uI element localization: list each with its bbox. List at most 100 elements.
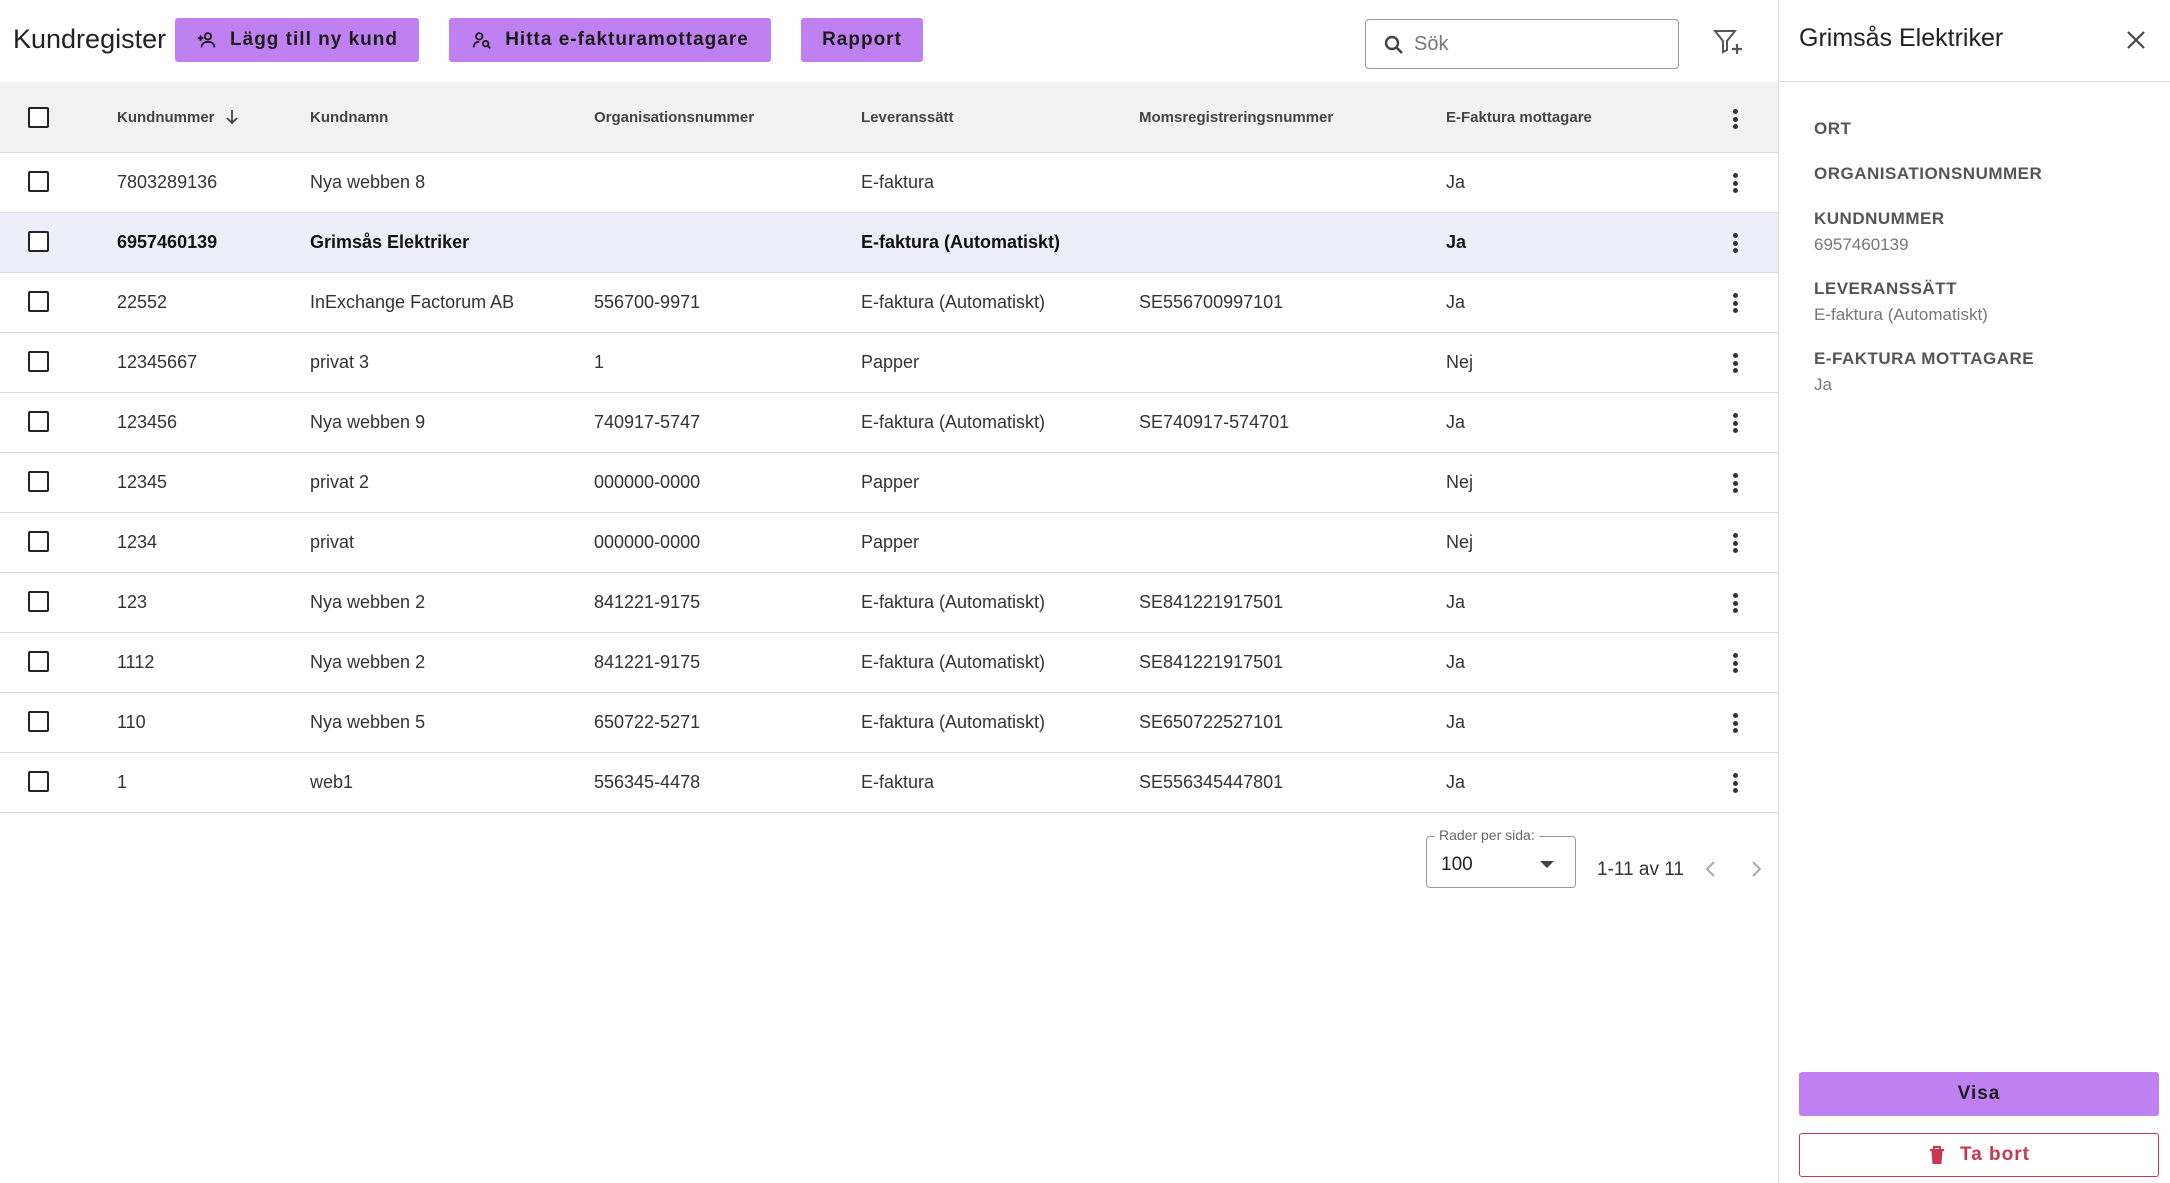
cell-efaktura-mottagare: Ja: [1446, 172, 1466, 192]
panel-header: Grimsås Elektriker: [1779, 0, 2170, 82]
table-row[interactable]: 1234 privat 000000-0000 Papper Nej: [0, 513, 1778, 573]
column-header-organisationsnummer[interactable]: Organisationsnummer: [594, 109, 754, 126]
rows-per-page-value: 100: [1441, 854, 1473, 875]
table-row[interactable]: 12345 privat 2 000000-0000 Papper Nej: [0, 453, 1778, 513]
table-row[interactable]: 123 Nya webben 2 841221-9175 E-faktura (Aut…: [0, 573, 1778, 633]
cell-momsregistreringsnummer: SE556345447801: [1139, 772, 1284, 792]
search-input[interactable]: [1414, 28, 1664, 60]
pagination-range: 1-11 av 11: [1597, 859, 1684, 880]
report-label: Rapport: [822, 29, 902, 50]
table-row[interactable]: 22552 InExchange Factorum AB 556700-9971 E-…: [0, 273, 1778, 333]
cell-kundnummer: 12345667: [117, 352, 198, 372]
cell-kundnummer: 110: [117, 712, 146, 732]
column-header-kundnamn[interactable]: Kundnamn: [310, 109, 388, 126]
select-all-checkbox[interactable]: [28, 107, 49, 128]
person-add-icon: [197, 32, 216, 48]
row-checkbox[interactable]: [28, 471, 49, 492]
delete-button[interactable]: Ta bort: [1799, 1133, 2159, 1177]
cell-organisationsnummer: 000000-0000: [594, 472, 701, 492]
cell-kundnamn: privat: [310, 532, 355, 552]
add-customer-button[interactable]: Lägg till ny kund: [175, 18, 419, 62]
more-vert-icon[interactable]: [1726, 350, 1744, 376]
row-checkbox[interactable]: [28, 231, 49, 252]
row-checkbox[interactable]: [28, 711, 49, 732]
cell-leveranssatt: E-faktura: [861, 172, 935, 192]
more-vert-icon[interactable]: [1726, 410, 1744, 436]
cell-efaktura-mottagare: Ja: [1446, 712, 1466, 732]
chevron-left-icon[interactable]: [1699, 857, 1723, 881]
row-checkbox[interactable]: [28, 291, 49, 312]
cell-leveranssatt: E-faktura (Automatiskt): [861, 292, 1046, 312]
more-vert-icon[interactable]: [1726, 470, 1744, 496]
column-header-efaktura-mottagare[interactable]: E-Faktura mottagare: [1446, 109, 1592, 126]
row-checkbox[interactable]: [28, 411, 49, 432]
cell-leveranssatt: Papper: [861, 532, 920, 552]
cell-kundnamn: Nya webben 5: [310, 712, 426, 732]
close-icon[interactable]: [2123, 27, 2149, 53]
cell-organisationsnummer: 1: [594, 352, 605, 372]
find-einvoice-label: Hitta e-fakturamottagare: [505, 29, 749, 50]
cell-kundnummer: 123456: [117, 412, 178, 432]
table-row[interactable]: 1 web1 556345-4478 E-faktura SE556345447801 J…: [0, 753, 1778, 813]
field-value-efaktura-mottagare: Ja: [1814, 375, 1832, 394]
cell-efaktura-mottagare: Ja: [1446, 232, 1467, 252]
filter-add-icon[interactable]: [1712, 26, 1744, 58]
row-checkbox[interactable]: [28, 651, 49, 672]
cell-kundnummer: 12345: [117, 472, 168, 492]
more-vert-icon[interactable]: [1726, 710, 1744, 736]
page-title: Kundregister: [13, 24, 167, 54]
more-vert-icon[interactable]: [1726, 106, 1744, 132]
more-vert-icon[interactable]: [1726, 770, 1744, 796]
cell-kundnummer: 1: [117, 772, 128, 792]
more-vert-icon[interactable]: [1726, 230, 1744, 256]
row-checkbox[interactable]: [28, 591, 49, 612]
row-checkbox[interactable]: [28, 531, 49, 552]
cell-efaktura-mottagare: Ja: [1446, 772, 1466, 792]
dropdown-caret-icon: [1540, 861, 1554, 868]
cell-leveranssatt: E-faktura (Automatiskt): [861, 592, 1046, 612]
cell-leveranssatt: E-faktura (Automatiskt): [861, 412, 1046, 432]
row-checkbox[interactable]: [28, 351, 49, 372]
more-vert-icon[interactable]: [1726, 170, 1744, 196]
cell-kundnamn: web1: [310, 772, 354, 792]
row-checkbox[interactable]: [28, 171, 49, 192]
cell-momsregistreringsnummer: SE650722527101: [1139, 712, 1284, 732]
cell-organisationsnummer: 650722-5271: [594, 712, 701, 732]
toolbar: Kundregister Lägg till ny kund Hitta e-f…: [0, 0, 1778, 82]
cell-kundnamn: Nya webben 9: [310, 412, 426, 432]
report-button[interactable]: Rapport: [801, 18, 923, 62]
more-vert-icon[interactable]: [1726, 650, 1744, 676]
cell-kundnummer: 22552: [117, 292, 168, 312]
delete-label: Ta bort: [1960, 1144, 2030, 1165]
cell-efaktura-mottagare: Ja: [1446, 592, 1466, 612]
more-vert-icon[interactable]: [1726, 530, 1744, 556]
cell-kundnamn: privat 2: [310, 472, 370, 492]
column-header-kundnummer[interactable]: Kundnummer: [117, 109, 239, 126]
field-label-leveranssatt: LEVERANSSÄTT: [1814, 279, 1957, 298]
cell-kundnamn: Nya webben 2: [310, 652, 426, 672]
cell-leveranssatt: E-faktura (Automatiskt): [861, 232, 1061, 252]
cell-efaktura-mottagare: Ja: [1446, 292, 1466, 312]
cell-efaktura-mottagare: Ja: [1446, 412, 1466, 432]
table-row[interactable]: 1112 Nya webben 2 841221-9175 E-faktura (Au…: [0, 633, 1778, 693]
column-header-leveranssatt[interactable]: Leveranssätt: [861, 109, 954, 126]
row-checkbox[interactable]: [28, 771, 49, 792]
cell-kundnummer: 1112: [117, 652, 155, 672]
table-row[interactable]: 123456 Nya webben 9 740917-5747 E-faktura (…: [0, 393, 1778, 453]
find-einvoice-recipient-button[interactable]: Hitta e-fakturamottagare: [449, 18, 771, 62]
table-row[interactable]: 7803289136 Nya webben 8 E-faktura Ja: [0, 153, 1778, 213]
rows-per-page-select[interactable]: Rader per sida: 100: [1426, 827, 1576, 888]
more-vert-icon[interactable]: [1726, 590, 1744, 616]
table-row[interactable]: 110 Nya webben 5 650722-5271 E-faktura (Aut…: [0, 693, 1778, 753]
search-box[interactable]: [1365, 19, 1679, 69]
chevron-right-icon[interactable]: [1744, 857, 1768, 881]
cell-organisationsnummer: 556700-9971: [594, 292, 701, 312]
cell-efaktura-mottagare: Nej: [1446, 352, 1474, 372]
view-button[interactable]: Visa: [1799, 1072, 2159, 1116]
table-row[interactable]: 6957460139 Grimsås Elektriker E-faktura (A…: [0, 213, 1778, 273]
cell-efaktura-mottagare: Ja: [1446, 652, 1466, 672]
table-row[interactable]: 12345667 privat 3 1 Papper Nej: [0, 333, 1778, 393]
cell-kundnamn: Nya webben 8: [310, 172, 426, 192]
column-header-momsregistreringsnummer[interactable]: Momsregistreringsnummer: [1139, 109, 1333, 126]
more-vert-icon[interactable]: [1726, 290, 1744, 316]
